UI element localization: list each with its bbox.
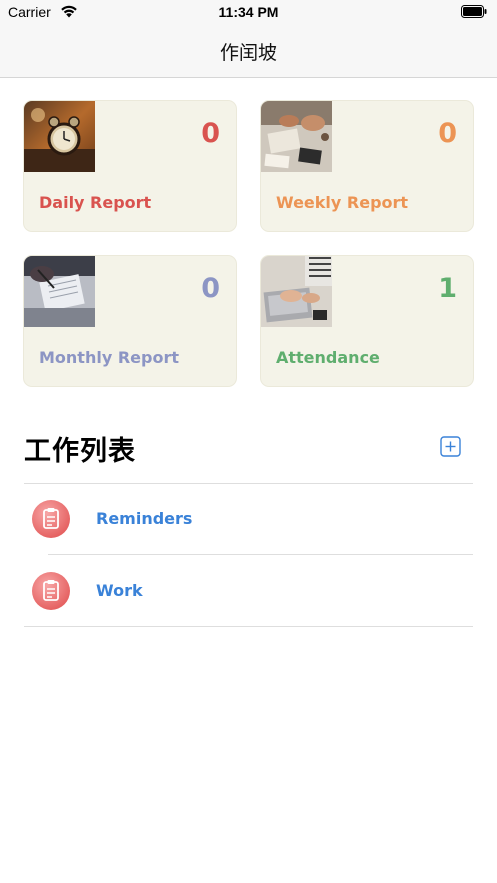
daily-report-count: 0 — [201, 118, 220, 149]
list-item-label: Work — [96, 581, 143, 600]
laptop-typing-photo — [261, 256, 332, 327]
list-bottom-divider — [24, 626, 473, 627]
plus-square-icon[interactable] — [440, 436, 461, 457]
monthly-report-card[interactable]: 0 Monthly Report — [24, 256, 236, 386]
attendance-card[interactable]: 1 Attendance — [261, 256, 473, 386]
status-bar: Carrier 11:34 PM — [0, 0, 497, 26]
monthly-report-count: 0 — [201, 273, 220, 304]
writing-notebook-photo — [24, 256, 95, 327]
list-item-label: Reminders — [96, 509, 193, 528]
clipboard-icon — [32, 572, 70, 610]
daily-report-card[interactable]: 0 Daily Report — [24, 101, 236, 231]
list-item-reminders[interactable]: Reminders — [24, 484, 473, 554]
row-divider — [48, 554, 473, 555]
weekly-report-count: 0 — [438, 118, 457, 149]
desk-meeting-photo — [261, 101, 332, 172]
daily-report-label: Daily Report — [39, 193, 152, 212]
nav-bar: 作闰坡 — [0, 26, 497, 78]
attendance-count: 1 — [438, 273, 457, 304]
list-item-work[interactable]: Work — [24, 556, 473, 626]
attendance-label: Attendance — [276, 348, 380, 367]
weekly-report-label: Weekly Report — [276, 193, 409, 212]
weekly-report-card[interactable]: 0 Weekly Report — [261, 101, 473, 231]
clipboard-icon — [32, 500, 70, 538]
monthly-report-label: Monthly Report — [39, 348, 179, 367]
alarm-clock-photo — [24, 101, 95, 172]
battery-icon — [461, 5, 487, 18]
work-list-title: 工作列表 — [24, 436, 136, 467]
page-title: 作闰坡 — [219, 42, 277, 64]
status-time: 11:34 PM — [218, 4, 279, 20]
